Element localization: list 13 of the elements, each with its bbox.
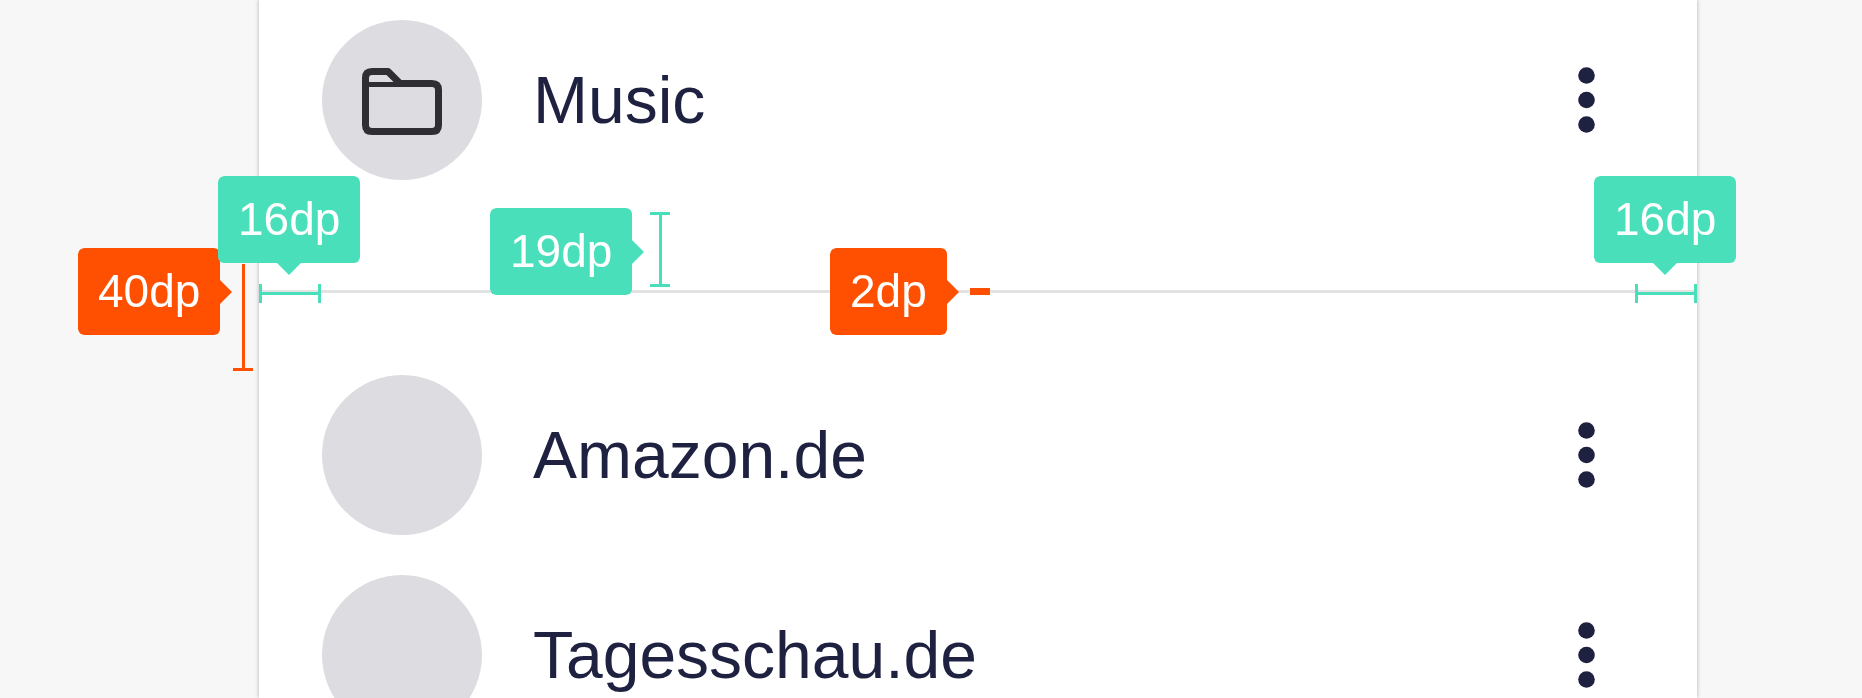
kebab-menu-icon[interactable] xyxy=(1578,422,1595,488)
dimension-label: 19dp xyxy=(490,208,645,295)
dimension-label: 16dp xyxy=(218,176,361,275)
dimension-label: 40dp xyxy=(78,248,233,335)
kebab-menu-icon[interactable] xyxy=(1578,622,1595,688)
list-item-title: Music xyxy=(533,62,706,138)
dimension-label: 16dp xyxy=(1594,176,1737,275)
dimension-marker xyxy=(970,288,990,295)
folder-icon xyxy=(322,20,482,180)
dimension-label: 2dp xyxy=(830,248,959,335)
list-item-title: Amazon.de xyxy=(533,417,867,493)
list-item-title: Tagesschau.de xyxy=(533,617,977,693)
kebab-menu-icon[interactable] xyxy=(1578,67,1595,133)
